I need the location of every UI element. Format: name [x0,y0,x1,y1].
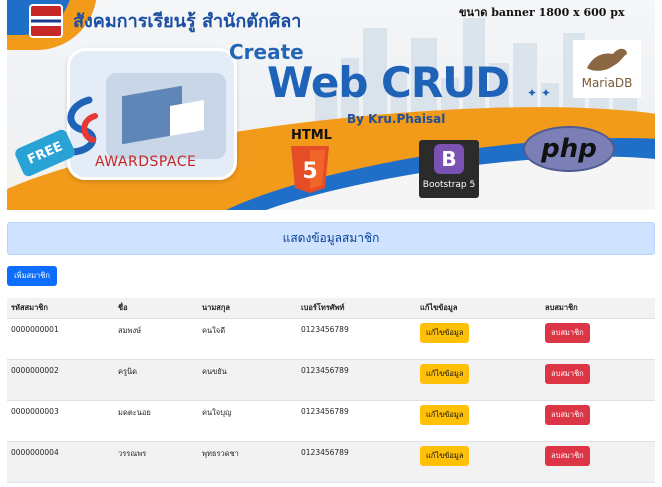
edit-button[interactable]: แก้ไขข้อมูล [420,363,470,384]
bootstrap-label: Bootstrap 5 [422,180,476,190]
sparkle-icon: ✦ ✦ [527,86,551,100]
awardspace-label: AWARDSPACE [95,154,197,170]
cell-first-name: วรรณพร [114,441,198,483]
cell-last-name: คนใจดี [198,318,297,360]
cell-edit: แก้ไขข้อมูล [416,400,541,442]
banner-size-note: ขนาด banner 1800 x 600 px [459,6,625,19]
cell-first-name: สมพงษ์ [114,318,198,360]
banner-image: สังคมการเรียนรู้ สำนักตักศิลา ขนาด banne… [7,0,655,210]
cell-first-name: ครูนิด [114,359,198,401]
banner-title: Web CRUD [267,58,510,107]
svg-text:5: 5 [302,159,317,184]
cell-phone: 0123456789 [297,359,416,401]
delete-button[interactable]: ลบสมาชิก [545,445,590,466]
cell-last-name: คนขยัน [198,359,297,401]
add-member-button[interactable]: เพิ่มสมาชิก [7,266,57,286]
header-last-name: นามสกุล [198,298,297,319]
header-delete: ลบสมาชิก [541,298,655,319]
seal-icon [587,48,627,71]
cell-member-id: 0000000002 [7,359,114,401]
banner-byline: By Kru.Phaisal [347,112,446,126]
cell-member-id: 0000000001 [7,318,114,360]
table-row: 0000000003 มดตะนอย คนใจบุญ 0123456789 แก… [7,400,655,442]
bootstrap-b-icon: B [434,144,464,174]
org-logo-icon [29,4,63,38]
cell-delete: ลบสมาชิก [541,359,655,401]
php-logo: php [523,126,615,172]
cell-phone: 0123456789 [297,441,416,483]
delete-button[interactable]: ลบสมาชิก [545,404,590,425]
html-label: HTML [291,128,332,143]
edit-button[interactable]: แก้ไขข้อมูล [420,322,470,343]
mockup-window-small [170,100,204,136]
cell-edit: แก้ไขข้อมูล [416,318,541,360]
cell-delete: ลบสมาชิก [541,400,655,442]
cell-delete: ลบสมาชิก [541,441,655,483]
edit-button[interactable]: แก้ไขข้อมูล [420,404,470,425]
table-row: 0000000002 ครูนิด คนขยัน 0123456789 แก้ไ… [7,359,655,401]
header-first-name: ชื่อ [114,298,198,319]
cell-member-id: 0000000003 [7,400,114,442]
delete-button[interactable]: ลบสมาชิก [545,322,590,343]
cell-phone: 0123456789 [297,400,416,442]
cell-first-name: มดตะนอย [114,400,198,442]
cell-edit: แก้ไขข้อมูล [416,441,541,483]
cell-delete: ลบสมาชิก [541,318,655,360]
cell-last-name: พุทธรวดชา [198,441,297,483]
edit-button[interactable]: แก้ไขข้อมูล [420,445,470,466]
cell-last-name: คนใจบุญ [198,400,297,442]
header-edit: แก้ไขข้อมูล [416,298,541,319]
members-table: รหัสสมาชิก ชื่อ นามสกุล เบอร์โทรศัพท์ แก… [7,298,655,483]
page-title: แสดงข้อมูลสมาชิก [7,222,655,255]
org-name: สังคมการเรียนรู้ สำนักตักศิลา [73,11,302,32]
table-header-row: รหัสสมาชิก ชื่อ นามสกุล เบอร์โทรศัพท์ แก… [7,298,655,319]
header-member-id: รหัสสมาชิก [7,298,114,319]
mariadb-logo: MariaDB [573,40,641,98]
cell-member-id: 0000000004 [7,441,114,483]
php-label: php [541,134,597,164]
mariadb-label: MariaDB [581,76,633,90]
bootstrap-logo: B Bootstrap 5 [419,140,479,198]
cell-edit: แก้ไขข้อมูล [416,359,541,401]
table-row: 0000000004 วรรณพร พุทธรวดชา 0123456789 แ… [7,441,655,483]
delete-button[interactable]: ลบสมาชิก [545,363,590,384]
table-row: 0000000001 สมพงษ์ คนใจดี 0123456789 แก้ไ… [7,318,655,360]
header-phone: เบอร์โทรศัพท์ [297,298,416,319]
cell-phone: 0123456789 [297,318,416,360]
